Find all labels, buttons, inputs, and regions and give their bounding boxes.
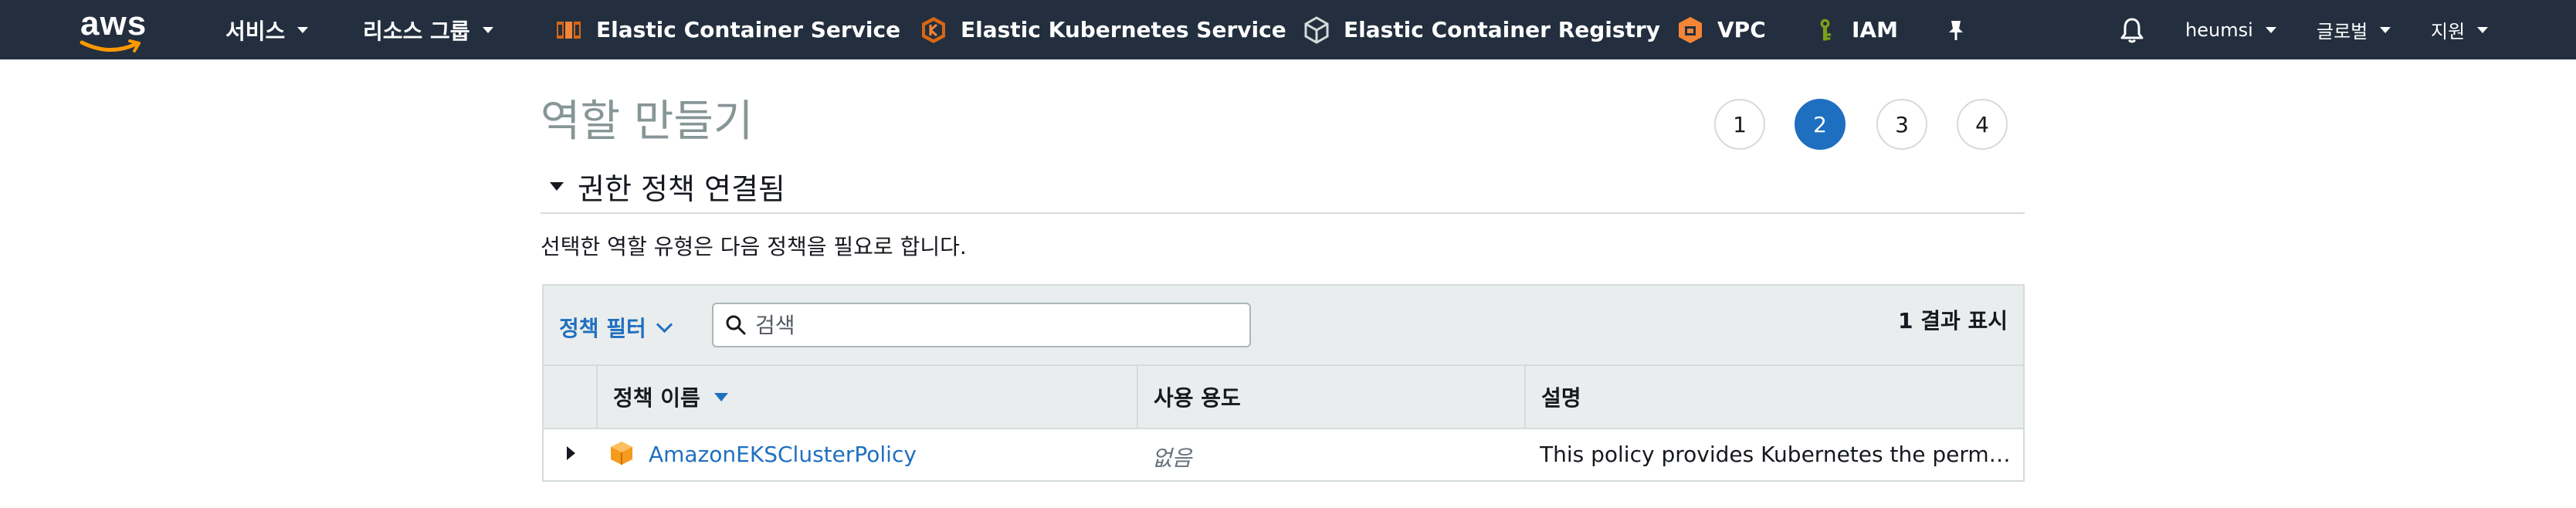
column-header-label: 정책 이름 xyxy=(613,385,700,411)
region-label: 글로벌 xyxy=(2317,21,2368,42)
nav-link-label: VPC xyxy=(1717,17,1766,42)
section-divider xyxy=(541,212,2025,214)
wizard-step-2[interactable]: 2 xyxy=(1795,99,1846,150)
ecs-icon xyxy=(557,21,581,39)
column-header-label: 사용 용도 xyxy=(1154,385,1241,411)
wizard-step-4[interactable]: 4 xyxy=(1957,99,2008,150)
chevron-down-icon xyxy=(656,316,673,333)
section-description: 선택한 역할 유형은 다음 정책을 필요로 합니다. xyxy=(541,234,967,259)
search-box xyxy=(712,303,1251,347)
nav-link-iam[interactable]: IAM xyxy=(1815,0,1898,59)
support-label: 지원 xyxy=(2431,21,2466,42)
resource-groups-label: 리소스 그룹 xyxy=(363,18,470,44)
nav-link-ecr[interactable]: Elastic Container Registry xyxy=(1302,0,1660,59)
table-header: 정책 이름 사용 용도 설명 xyxy=(544,366,2023,429)
expand-column-header xyxy=(544,366,596,428)
nav-link-label: Elastic Container Service xyxy=(596,17,901,42)
aws-smile-icon xyxy=(80,39,141,52)
section-header[interactable]: 권한 정책 연결됨 xyxy=(541,165,785,208)
sort-descending-icon xyxy=(713,392,728,401)
wizard-step-3[interactable]: 3 xyxy=(1876,99,1927,150)
nav-link-label: Elastic Kubernetes Service xyxy=(961,17,1286,42)
wizard-step-1[interactable]: 1 xyxy=(1714,99,1765,150)
table-toolbar: 정책 필터 1 결과 표시 xyxy=(544,286,2023,366)
resource-groups-menu[interactable]: 리소스 그룹 xyxy=(363,0,493,59)
aws-logo[interactable]: aws xyxy=(77,0,147,59)
column-header-usage[interactable]: 사용 용도 xyxy=(1137,366,1524,428)
eks-icon xyxy=(922,16,945,43)
policy-filter-button[interactable]: 정책 필터 xyxy=(559,312,673,343)
chevron-down-icon xyxy=(2380,26,2391,33)
notifications-button[interactable] xyxy=(2119,0,2145,59)
user-name: heumsi xyxy=(2185,19,2253,41)
policy-box-icon xyxy=(611,442,632,465)
column-header-label: 설명 xyxy=(1541,385,1581,411)
pushpin-icon xyxy=(1949,20,1963,40)
page-title: 역할 만들기 xyxy=(541,97,754,147)
ecr-icon xyxy=(1304,15,1329,44)
section-title: 권한 정책 연결됨 xyxy=(578,172,785,206)
policy-table: 정책 필터 1 결과 표시 정책 이름 사용 용도 설명 xyxy=(542,284,2025,482)
search-icon xyxy=(726,315,746,335)
nav-link-ecs[interactable]: Elastic Container Service xyxy=(554,0,900,59)
region-menu[interactable]: 글로벌 xyxy=(2317,0,2391,59)
services-menu[interactable]: 서비스 xyxy=(225,0,309,59)
pin-button[interactable] xyxy=(1944,0,1968,59)
services-menu-label: 서비스 xyxy=(225,18,286,44)
chevron-down-icon xyxy=(2265,26,2276,33)
column-header-description[interactable]: 설명 xyxy=(1524,366,2023,428)
chevron-down-icon xyxy=(2477,26,2489,33)
policy-filter-label: 정책 필터 xyxy=(559,316,646,341)
vpc-icon xyxy=(1679,16,1702,43)
result-count: 1 결과 표시 xyxy=(1897,308,2008,334)
nav-link-label: IAM xyxy=(1852,17,1898,42)
policy-description: This policy provides Kubernetes the perm… xyxy=(1540,442,2011,467)
aws-logo-text: aws xyxy=(80,4,147,42)
expand-row-icon[interactable] xyxy=(567,446,575,460)
support-menu[interactable]: 지원 xyxy=(2431,0,2489,59)
nav-link-label: Elastic Container Registry xyxy=(1344,17,1660,42)
iam-key-icon xyxy=(1820,19,1832,40)
nav-link-vpc[interactable]: VPC xyxy=(1676,0,1766,59)
bell-icon xyxy=(2120,18,2144,42)
search-input[interactable] xyxy=(754,311,1220,339)
chevron-down-icon xyxy=(482,26,493,33)
policy-usage: 없음 xyxy=(1152,445,1192,471)
nav-link-eks[interactable]: Elastic Kubernetes Service xyxy=(919,0,1286,59)
table-row[interactable]: AmazonEKSClusterPolicy 없음 This policy pr… xyxy=(544,429,2023,480)
policy-name-link[interactable]: AmazonEKSClusterPolicy xyxy=(649,442,917,467)
top-navigation-bar: aws 서비스 리소스 그룹 Elastic Container Service xyxy=(0,0,2576,59)
user-menu[interactable]: heumsi xyxy=(2185,0,2276,59)
caret-down-icon xyxy=(550,182,564,191)
chevron-down-icon xyxy=(297,26,309,33)
column-header-policy-name[interactable]: 정책 이름 xyxy=(596,366,1137,428)
